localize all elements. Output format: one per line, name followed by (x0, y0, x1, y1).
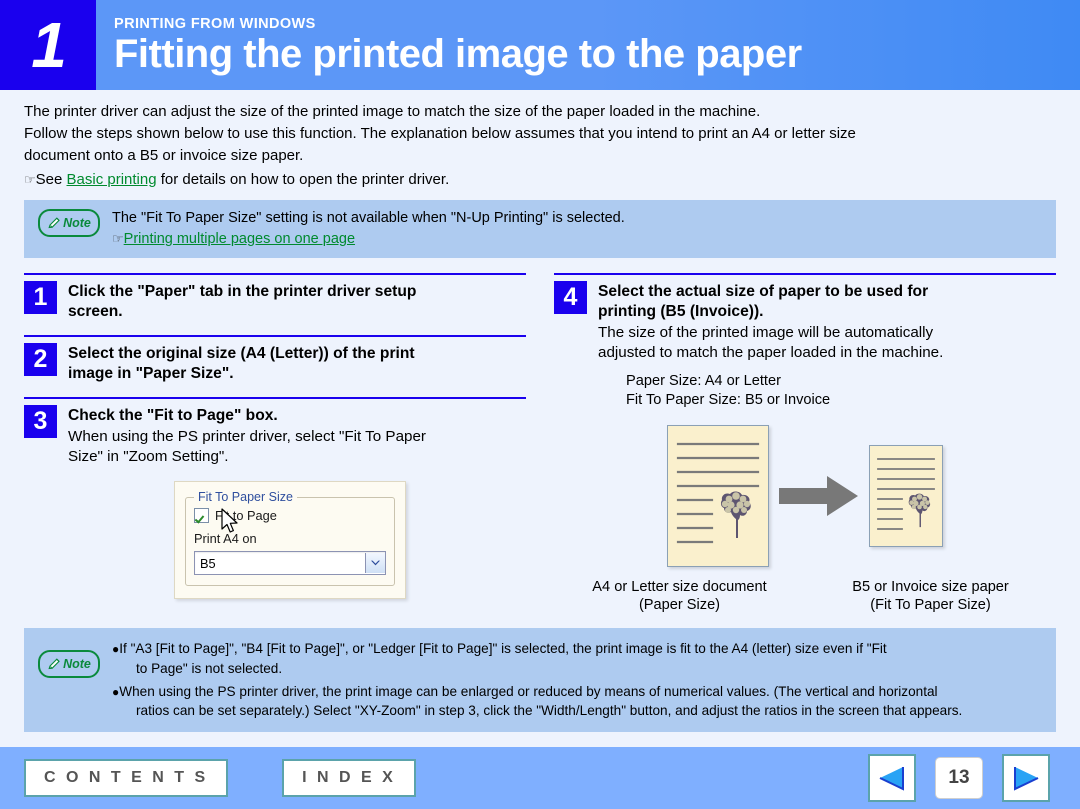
step-divider (24, 272, 526, 275)
step-4: 4 Select the actual size of paper to be … (554, 270, 1056, 411)
page-header: 1 PRINTING FROM WINDOWS Fitting the prin… (0, 0, 1080, 90)
paper-size-dropdown[interactable]: B5 (194, 551, 386, 576)
see-suffix: for details on how to open the printer d… (156, 170, 450, 188)
step-4-settings-summary: Paper Size: A4 or Letter Fit To Paper Si… (554, 372, 1056, 411)
step-2-number: 2 (24, 342, 57, 376)
page-title: Fitting the printed image to the paper (114, 31, 802, 76)
pencil-icon (48, 658, 60, 670)
note-badge: Note (38, 650, 100, 679)
left-column: 1 Click the "Paper" tab in the printer d… (24, 270, 540, 615)
step-1-number: 1 (24, 280, 57, 314)
note-box-top: Note The "Fit To Paper Size" setting is … (24, 199, 1056, 258)
note-bottom-body: ●If "A3 [Fit to Page]", "B4 [Fit to Page… (112, 638, 1046, 720)
print-on-label: Print A4 on (194, 531, 257, 547)
a4-letter-page-graphic (667, 424, 769, 567)
step-1-title-line-1: Click the "Paper" tab in the printer dri… (68, 282, 417, 300)
header-text-block: PRINTING FROM WINDOWS Fitting the printe… (96, 0, 1080, 90)
note-bullet-2-line-1: When using the PS printer driver, the pr… (119, 684, 938, 700)
paper-size-dropdown-value: B5 (200, 555, 216, 571)
step-4-title-line-2: printing (B5 (Invoice)). (598, 302, 764, 320)
fit-to-page-checkbox[interactable] (194, 508, 209, 524)
right-column: 4 Select the actual size of paper to be … (540, 270, 1056, 615)
step-divider (554, 272, 1056, 275)
note-bullet-1-line-2: to Page" is not selected. (136, 660, 283, 676)
tree-icon (908, 493, 931, 527)
note-bullet-1: ●If "A3 [Fit to Page]", "B4 [Fit to Page… (112, 639, 1046, 678)
step-4-desc-line-1: The size of the printed image will be au… (598, 323, 934, 341)
groupbox-label: Fit To Paper Size (194, 490, 297, 505)
step-4-title-line-1: Select the actual size of paper to be us… (598, 282, 929, 300)
fit-to-page-checkbox-row[interactable]: Fit to Page (194, 508, 386, 524)
n-up-printing-link[interactable]: Printing multiple pages on one page (124, 231, 355, 247)
left-page-caption: A4 or Letter size document (Paper Size) (554, 578, 805, 615)
note-badge-label: Note (63, 215, 91, 230)
note-top-body: The "Fit To Paper Size" setting is not a… (112, 207, 1046, 250)
step-2: 2 Select the original size (A4 (Letter))… (24, 332, 526, 384)
step-divider (24, 334, 526, 337)
page-contents-icon (676, 442, 760, 543)
right-caption-line-1: B5 or Invoice size paper (852, 578, 1009, 595)
note-bullet-2: ●When using the PS printer driver, the p… (112, 682, 1046, 721)
paper-fitting-illustration (554, 421, 1056, 571)
step-4-number: 4 (554, 280, 587, 314)
intro-line-3: document onto a B5 or invoice size paper… (24, 147, 304, 165)
step-3: 3 Check the "Fit to Page" box. When usin… (24, 394, 526, 467)
fit-to-page-checkbox-label: Fit to Page (215, 508, 277, 524)
header-eyebrow: PRINTING FROM WINDOWS (114, 15, 316, 32)
page-number-indicator: 13 (935, 757, 983, 799)
intro-line-1: The printer driver can adjust the size o… (24, 103, 761, 120)
step-3-desc-line-2: Size" in "Zoom Setting". (68, 448, 229, 466)
intro-reference-line: ☞See Basic printing for details on how t… (24, 169, 1056, 191)
index-button[interactable]: I N D E X (282, 759, 416, 797)
transform-arrow-icon (779, 475, 858, 516)
page-content: The printer driver can adjust the size o… (0, 90, 1080, 732)
step-2-title-line-2: image in "Paper Size". (68, 364, 234, 382)
chevron-down-icon[interactable] (365, 553, 385, 574)
previous-page-button[interactable] (868, 754, 916, 802)
step-3-desc-line-1: When using the PS printer driver, select… (68, 427, 426, 445)
left-caption-line-1: A4 or Letter size document (592, 578, 767, 595)
contents-button[interactable]: C O N T E N T S (24, 759, 229, 797)
triangle-left-icon (879, 767, 904, 791)
illustration-captions: A4 or Letter size document (Paper Size) … (554, 578, 1056, 615)
note-badge: Note (38, 208, 100, 237)
note-top-reference: ☞Printing multiple pages on one page (112, 229, 1046, 250)
b5-invoice-page-graphic (869, 444, 943, 547)
chapter-number: 1 (0, 0, 96, 90)
intro-line-2: Follow the steps shown below to use this… (24, 125, 856, 143)
step-3-title: Check the "Fit to Page" box. (68, 406, 278, 424)
note-badge-label: Note (63, 657, 91, 672)
step-divider (24, 396, 526, 399)
fit-to-paper-size-dialog: Fit To Paper Size Fit to Page Print A4 o… (174, 481, 406, 600)
step-1-title-line-2: screen. (68, 302, 123, 320)
step-4-desc-line-2: adjusted to match the paper loaded in th… (598, 344, 944, 362)
fit-to-paper-size-groupbox: Fit To Paper Size Fit to Page Print A4 o… (185, 490, 395, 587)
driver-dialog-screenshot: Fit To Paper Size Fit to Page Print A4 o… (24, 481, 526, 600)
see-prefix: See (35, 170, 67, 188)
page-footer: C O N T E N T S I N D E X 13 (0, 747, 1080, 809)
summary-paper-size: Paper Size: A4 or Letter (626, 373, 781, 390)
note-bullet-1-line-1: If "A3 [Fit to Page]", "B4 [Fit to Page]… (119, 641, 887, 657)
note-bullet-2-line-2: ratios can be set separately.) Select "X… (136, 703, 963, 719)
next-page-button[interactable] (1002, 754, 1050, 802)
steps-columns: 1 Click the "Paper" tab in the printer d… (24, 270, 1056, 615)
pointing-hand-icon: ☞ (24, 171, 36, 187)
left-caption-line-2: (Paper Size) (638, 597, 721, 614)
triangle-right-icon (1014, 767, 1039, 791)
right-page-caption: B5 or Invoice size paper (Fit To Paper S… (805, 578, 1056, 615)
note-box-bottom: Note ●If "A3 [Fit to Page]", "B4 [Fit to… (24, 628, 1056, 732)
step-3-number: 3 (24, 404, 57, 438)
step-1: 1 Click the "Paper" tab in the printer d… (24, 270, 526, 322)
pencil-icon (48, 217, 60, 228)
note-top-text: The "Fit To Paper Size" setting is not a… (112, 209, 625, 226)
right-caption-line-2: (Fit To Paper Size) (870, 597, 991, 614)
step-2-title-line-1: Select the original size (A4 (Letter)) o… (68, 344, 415, 362)
pointing-hand-icon: ☞ (112, 230, 124, 246)
summary-fit-to-paper-size: Fit To Paper Size: B5 or Invoice (626, 392, 831, 409)
intro-paragraph: The printer driver can adjust the size o… (24, 90, 1056, 191)
page-contents-icon (877, 457, 935, 530)
tree-icon (720, 491, 751, 538)
basic-printing-link[interactable]: Basic printing (67, 171, 157, 188)
